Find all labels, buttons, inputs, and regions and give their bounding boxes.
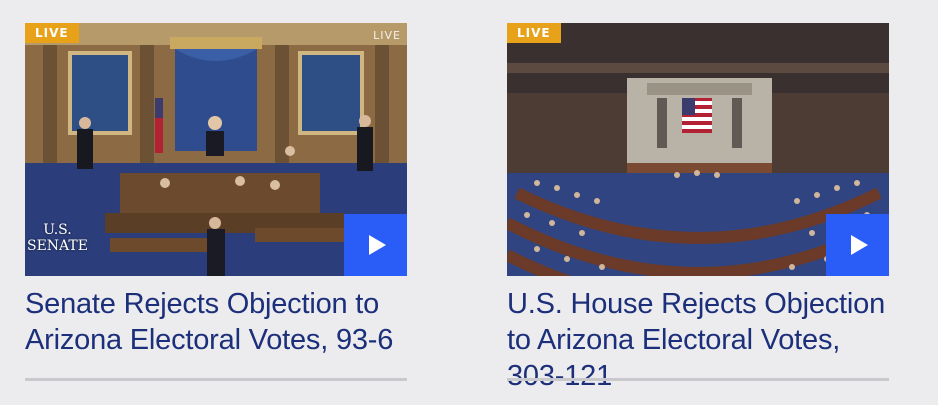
live-badge: LIVE — [25, 23, 79, 43]
live-badge: LIVE — [507, 23, 561, 43]
live-watermark: LIVE — [373, 29, 401, 42]
video-title[interactable]: Senate Rejects Objection to Arizona Elec… — [25, 286, 407, 358]
video-thumbnail[interactable]: LIVE LIVE U.S. SENATE — [25, 23, 407, 276]
video-card-senate[interactable]: LIVE LIVE U.S. SENATE Senate Rejects Obj… — [25, 23, 407, 358]
senate-logo: U.S. SENATE — [27, 222, 88, 254]
card-divider — [507, 378, 889, 381]
play-icon — [369, 235, 386, 255]
video-card-house[interactable]: LIVE U.S. House Rejects Objection to Ari… — [507, 23, 889, 394]
card-divider — [25, 378, 407, 381]
play-button[interactable] — [344, 214, 407, 276]
video-thumbnail[interactable]: LIVE — [507, 23, 889, 276]
play-button[interactable] — [826, 214, 889, 276]
play-icon — [851, 235, 868, 255]
